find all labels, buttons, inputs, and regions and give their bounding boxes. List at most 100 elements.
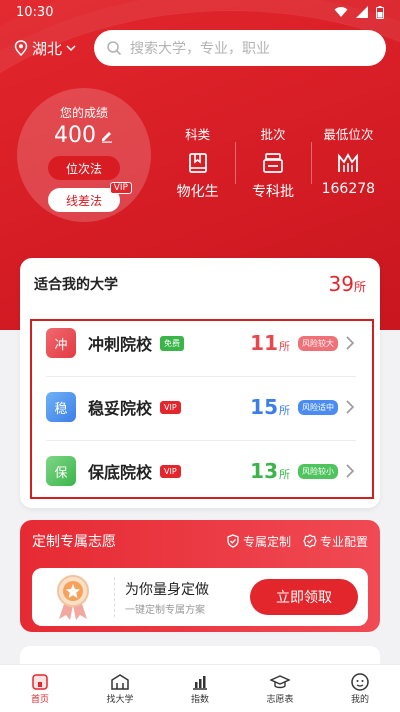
row-count-value: 15 — [250, 395, 278, 419]
layers-icon — [263, 153, 283, 173]
feature-major: 专业配置 — [303, 533, 368, 550]
custom-plan-header: 定制专属志愿 专属定制 专业配置 — [20, 520, 380, 562]
rank-method-button[interactable]: 位次法 — [48, 156, 120, 180]
custom-plan-text: 为你量身定做 一键定制专属方案 — [125, 579, 209, 616]
dashed-separator — [114, 577, 115, 617]
stat-title: 最低位次 — [323, 127, 374, 142]
chart-icon — [193, 676, 207, 690]
wifi-icon — [334, 7, 348, 17]
location-pin-icon — [14, 40, 28, 56]
shield-check-icon — [227, 534, 239, 548]
row-count-unit: 所 — [279, 404, 290, 417]
tab-label: 志愿表 — [266, 695, 294, 705]
tab-application-form[interactable]: 志愿表 — [240, 665, 320, 712]
stat-value: 物化生 — [176, 184, 219, 200]
chevron-down-icon — [66, 45, 76, 52]
card-header[interactable]: 适合我的大学 39所 — [20, 258, 380, 310]
risk-badge: 风险适中 — [298, 399, 338, 415]
battery-icon — [376, 5, 384, 19]
row-name: 保底院校 — [88, 463, 153, 482]
row-count: 13 所 — [250, 459, 290, 483]
medal-icon — [42, 573, 104, 621]
status-time: 10:30 — [16, 4, 54, 20]
province-label: 湖北 — [32, 39, 63, 58]
building-icon — [111, 674, 129, 690]
tab-home[interactable]: 首页 — [0, 665, 80, 712]
row-name: 稳妥院校 — [88, 399, 153, 418]
search-input[interactable]: 搜索大学，专业，职业 — [94, 30, 386, 66]
custom-plan-title: 定制专属志愿 — [32, 534, 116, 550]
row-name: 冲刺院校 — [88, 335, 153, 354]
location-selector[interactable]: 湖北 — [14, 38, 94, 59]
score-value-row[interactable]: 400 — [54, 123, 114, 148]
stat-value: 专科批 — [251, 184, 294, 200]
stat-min-rank[interactable]: 最低位次 166278 — [310, 124, 386, 201]
vip-tag: VIP — [160, 400, 181, 414]
stat-batch[interactable]: 批次 专科批 — [235, 124, 310, 201]
chevron-right-icon — [346, 336, 354, 350]
custom-features: 专属定制 专业配置 — [226, 533, 368, 550]
edit-icon[interactable] — [100, 129, 114, 143]
total-count: 39所 — [329, 272, 366, 296]
list-item-safe[interactable]: 稳 稳妥院校 VIP 15 所 风险适中 — [46, 376, 354, 438]
score-label: 您的成绩 — [59, 106, 108, 120]
fallback-badge: 保 — [46, 456, 76, 486]
chevron-right-icon — [346, 464, 354, 478]
custom-plan-subtitle: 一键定制专属方案 — [125, 604, 205, 616]
tab-find-university[interactable]: 找大学 — [80, 665, 160, 712]
feature-label: 专属定制 — [242, 534, 291, 549]
status-bar: 10:30 — [0, 0, 400, 24]
vip-tag: VIP — [160, 464, 181, 478]
custom-plan-body: 为你量身定做 一键定制专属方案 立即领取 — [32, 568, 368, 626]
claim-now-button[interactable]: 立即领取 — [250, 579, 358, 615]
search-icon — [107, 41, 122, 56]
tab-index[interactable]: 指数 — [160, 665, 240, 712]
total-count-unit: 所 — [353, 280, 366, 294]
search-placeholder: 搜索大学，专业，职业 — [130, 41, 270, 57]
bottom-tab-bar: 首页 找大学 指数 志愿表 我的 — [0, 664, 400, 712]
custom-plan-card: 定制专属志愿 专属定制 专业配置 为你量身定做 一键定制专属方案 立即领取 — [20, 520, 380, 632]
row-count-value: 11 — [250, 331, 278, 355]
row-count-unit: 所 — [279, 468, 290, 481]
row-count: 11 所 — [250, 331, 290, 355]
stat-subject[interactable]: 科类 物化生 — [160, 124, 235, 201]
stat-title: 批次 — [260, 127, 286, 142]
custom-plan-headline: 为你量身定做 — [125, 581, 209, 598]
feature-label: 专业配置 — [319, 534, 368, 549]
score-value: 400 — [54, 123, 96, 148]
vip-badge: VIP — [109, 182, 132, 194]
chevron-right-icon — [346, 400, 354, 414]
risk-badge: 风险较大 — [298, 335, 338, 351]
tab-label: 找大学 — [106, 695, 134, 705]
card-title: 适合我的大学 — [34, 277, 118, 293]
user-icon — [351, 673, 369, 691]
location-search-row: 湖北 搜索大学，专业，职业 — [14, 30, 386, 66]
stat-value: 166278 — [321, 181, 376, 197]
tab-label: 首页 — [30, 695, 49, 705]
row-count: 15 所 — [250, 395, 290, 419]
tab-label: 指数 — [190, 695, 209, 705]
badge-check-icon — [303, 534, 317, 548]
feature-exclusive: 专属定制 — [226, 533, 291, 550]
cap-icon — [270, 675, 290, 689]
home-icon — [32, 674, 48, 690]
safe-badge: 稳 — [46, 392, 76, 422]
list-item-reach[interactable]: 冲 冲刺院校 免费 11 所 风险较大 — [46, 312, 354, 374]
row-count-unit: 所 — [279, 340, 290, 353]
total-count-value: 39 — [328, 272, 354, 296]
suitable-universities-card: 适合我的大学 39所 冲 冲刺院校 免费 11 所 风险较大 稳 稳妥院校 VIP… — [20, 258, 380, 508]
row-count-value: 13 — [250, 459, 278, 483]
exam-stats: 科类 物化生 批次 专科批 最低位次 166278 — [160, 124, 386, 201]
system-icons — [334, 5, 384, 19]
tab-mine[interactable]: 我的 — [320, 665, 400, 712]
list-item-fallback[interactable]: 保 保底院校 VIP 13 所 风险较小 — [46, 440, 354, 502]
line-diff-method-button[interactable]: 线差法 VIP — [48, 182, 132, 212]
tab-label: 我的 — [350, 695, 369, 705]
free-tag: 免费 — [160, 335, 185, 351]
risk-badge: 风险较小 — [298, 463, 338, 479]
signal-icon — [356, 6, 368, 18]
book-icon — [188, 153, 207, 173]
stat-title: 科类 — [185, 127, 211, 142]
line-diff-label: 线差法 — [65, 193, 102, 208]
score-panel: 您的成绩 400 位次法 线差法 VIP — [17, 88, 151, 222]
